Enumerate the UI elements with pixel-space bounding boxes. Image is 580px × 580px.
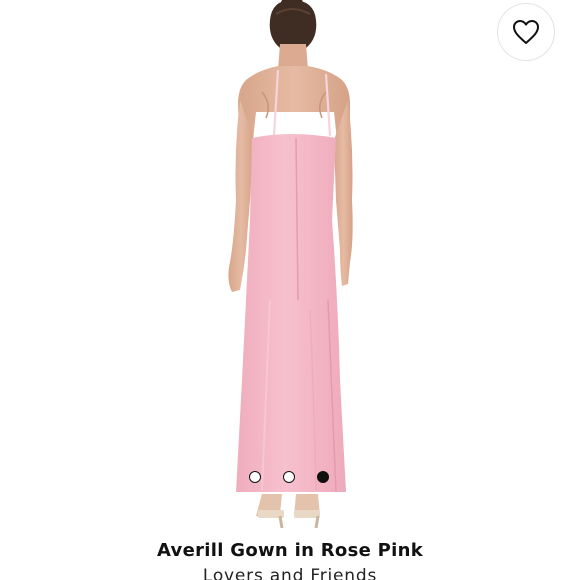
model-head xyxy=(269,0,317,48)
product-title[interactable]: Averill Gown in Rose Pink xyxy=(0,540,580,561)
carousel-dot-3-active[interactable] xyxy=(317,471,329,483)
heart-outline-icon xyxy=(512,19,540,45)
product-image[interactable] xyxy=(0,0,580,528)
wishlist-button[interactable] xyxy=(497,3,555,61)
product-image-area[interactable] xyxy=(0,0,580,528)
product-card[interactable]: Averill Gown in Rose Pink Lovers and Fri… xyxy=(0,0,580,580)
carousel-dot-1[interactable] xyxy=(249,471,261,483)
product-brand[interactable]: Lovers and Friends xyxy=(0,566,580,580)
gown xyxy=(236,134,346,493)
carousel-dots xyxy=(249,471,333,485)
carousel-dot-2[interactable] xyxy=(283,471,295,483)
model-feet xyxy=(256,494,320,528)
